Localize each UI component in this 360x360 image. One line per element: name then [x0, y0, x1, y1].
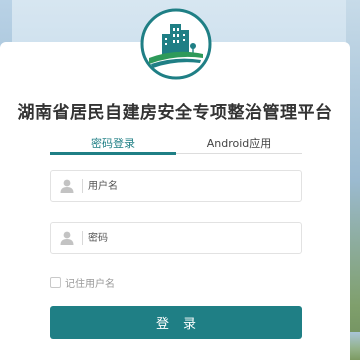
page-title: 湖南省居民自建房安全专项整治管理平台 — [17, 103, 333, 123]
tab-active-indicator — [50, 152, 176, 155]
username-field-separator — [82, 179, 83, 193]
user-icon — [59, 230, 75, 246]
login-tabs: 密码登录 Android应用 — [50, 136, 302, 156]
user-icon — [59, 178, 75, 194]
login-button[interactable]: 登录 — [50, 306, 302, 339]
remember-username-label[interactable]: 记住用户名 — [65, 275, 115, 290]
building-logo-icon — [140, 8, 212, 80]
username-field — [50, 170, 302, 202]
password-field — [50, 222, 302, 254]
password-field-separator — [82, 231, 83, 245]
username-input[interactable] — [88, 175, 288, 197]
tab-android-app[interactable]: Android应用 — [176, 136, 302, 154]
remember-username-checkbox[interactable] — [50, 277, 61, 288]
password-input[interactable] — [88, 227, 288, 249]
